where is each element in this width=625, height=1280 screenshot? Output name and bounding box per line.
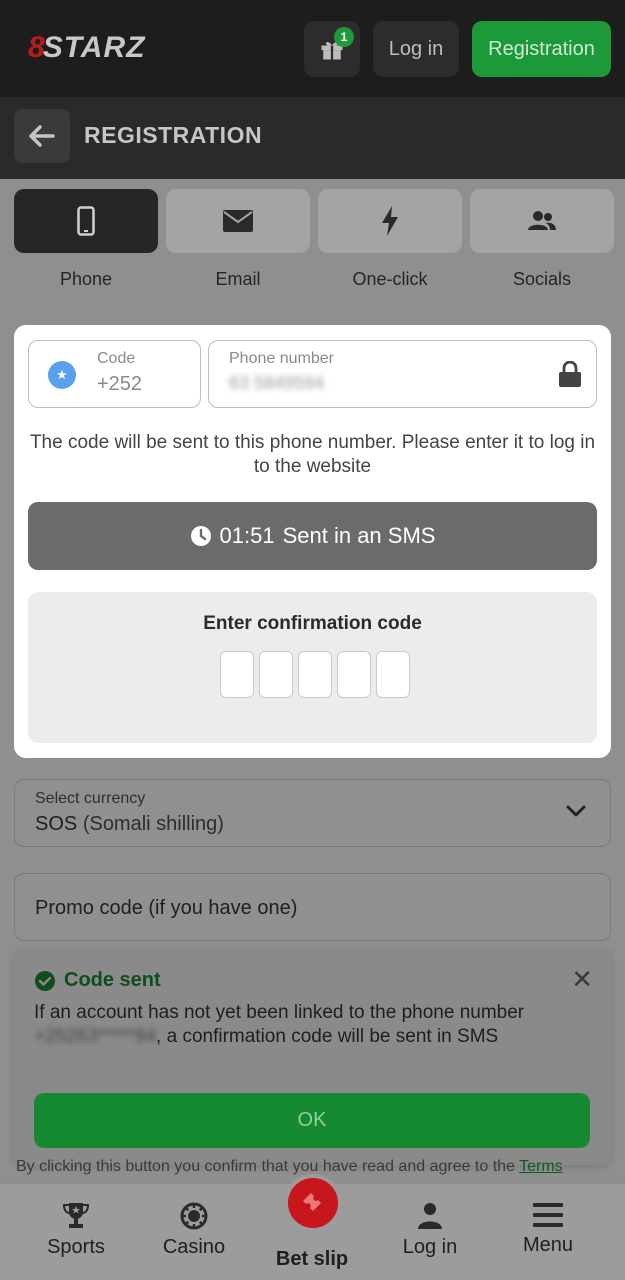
tab-phone-label: Phone [59, 269, 113, 289]
currency-label: Select currency [35, 790, 146, 807]
nav-sports[interactable]: Sports [21, 1202, 131, 1259]
currency-value: SOS (Somali shilling) [35, 813, 224, 836]
tab-phone-box [14, 189, 158, 253]
currency-name: (Somali shilling) [82, 813, 224, 835]
code-digit-input[interactable] [376, 651, 410, 698]
bottom-navigation: Sports Casino Bet slip Log in Menu [0, 1174, 625, 1280]
nav-menu-label: Menu [522, 1234, 574, 1256]
toast-message: If an account has not yet been linked to… [34, 1001, 574, 1049]
page-title: REGISTRATION [84, 122, 263, 148]
user-icon [418, 1203, 442, 1229]
top-bar: 8 STARZ 1 Log in Registration [0, 0, 625, 97]
tab-one-click-box [318, 189, 462, 253]
nav-casino-label: Casino [162, 1236, 226, 1258]
nav-casino[interactable]: Casino [139, 1202, 249, 1259]
hamburger-menu-icon [533, 1203, 563, 1227]
promo-code-input[interactable]: Promo code (if you have one) [14, 873, 611, 941]
chevron-down-icon [566, 805, 586, 817]
sms-info-text: The code will be sent to this phone numb… [29, 432, 596, 477]
casino-chip-icon [180, 1202, 208, 1230]
code-digit-input[interactable] [337, 651, 371, 698]
toast-message-pre: If an account has not yet been linked to… [34, 1002, 525, 1023]
nav-sports-label: Sports [47, 1236, 105, 1258]
promo-code-placeholder: Promo code (if you have one) [35, 897, 298, 919]
confirmation-code-box: Enter confirmation code [28, 592, 597, 743]
gift-count-badge: 1 [334, 27, 354, 47]
gift-button[interactable]: 1 [304, 21, 360, 77]
phone-number-value: 63 5849594 [229, 373, 325, 393]
envelope-icon [223, 210, 253, 232]
registration-button[interactable]: Registration [472, 21, 611, 77]
phone-number-field[interactable]: Phone number 63 5849594 [208, 340, 597, 408]
phone-number-label: Phone number [229, 350, 334, 367]
phone-icon [77, 206, 95, 236]
tab-email[interactable]: Email [166, 189, 310, 290]
nav-login[interactable]: Log in [375, 1202, 485, 1259]
toast-title-text: Code sent [64, 969, 161, 991]
currency-select[interactable]: Select currency SOS (Somali shilling) [14, 779, 611, 847]
somalia-flag-icon: ★ [48, 361, 76, 389]
tab-phone[interactable]: Phone [14, 189, 158, 290]
phone-registration-card: ★ Code +252 Phone number 63 5849594 The … [14, 325, 611, 758]
sms-timer: 01:51 [219, 523, 275, 548]
tab-socials-label: Socials [512, 269, 572, 289]
code-value: +252 [97, 373, 143, 395]
check-circle-icon [35, 970, 55, 991]
close-icon[interactable]: ✕ [571, 964, 593, 995]
page-header: REGISTRATION [0, 97, 625, 179]
tab-socials[interactable]: Socials [470, 189, 614, 290]
masked-phone-number: +25263*****94 [34, 1026, 157, 1047]
terms-text-body: By clicking this button you confirm that… [16, 1158, 520, 1175]
tab-one-click-label: One-click [352, 269, 428, 289]
tab-email-box [166, 189, 310, 253]
nav-betslip-label: Bet slip [275, 1248, 349, 1270]
ok-button[interactable]: OK [34, 1093, 590, 1148]
bet-slip-button[interactable] [284, 1174, 342, 1232]
toast-message-post: , a confirmation code will be sent in SM… [156, 1026, 499, 1047]
clock-icon [190, 526, 211, 546]
resend-sms-button[interactable]: 01:51 Sent in an SMS [28, 502, 597, 570]
terms-link[interactable]: Terms [519, 1158, 563, 1175]
logo[interactable]: 8 STARZ [28, 31, 146, 64]
lock-icon [559, 361, 581, 387]
people-icon [528, 211, 556, 230]
country-code-select[interactable]: ★ Code +252 [28, 340, 201, 408]
confirmation-title: Enter confirmation code [203, 613, 422, 634]
code-sent-toast: Code sent ✕ If an account has not yet be… [14, 949, 611, 1165]
nav-login-label: Log in [402, 1236, 458, 1258]
arrow-left-icon [29, 125, 55, 147]
nav-menu[interactable]: Menu [493, 1202, 603, 1257]
logo-mark: 8 [28, 31, 45, 64]
lightning-icon [382, 206, 398, 236]
logo-word: STARZ [42, 31, 146, 64]
registration-method-tabs: Phone Email One-click Socials [14, 189, 614, 290]
confirmation-digits [220, 651, 410, 698]
back-button[interactable] [14, 109, 70, 163]
currency-code: SOS [35, 813, 78, 835]
login-button[interactable]: Log in [373, 21, 459, 77]
ticket-icon [303, 1193, 321, 1211]
toast-title: Code sent [34, 969, 161, 992]
code-digit-input[interactable] [259, 651, 293, 698]
tab-socials-box [470, 189, 614, 253]
code-label: Code [97, 350, 136, 367]
tab-one-click[interactable]: One-click [318, 189, 462, 290]
tab-email-label: Email [215, 269, 261, 289]
code-digit-input[interactable] [298, 651, 332, 698]
code-digit-input[interactable] [220, 651, 254, 698]
trophy-icon [62, 1203, 90, 1228]
sms-status-text: Sent in an SMS [282, 523, 436, 548]
